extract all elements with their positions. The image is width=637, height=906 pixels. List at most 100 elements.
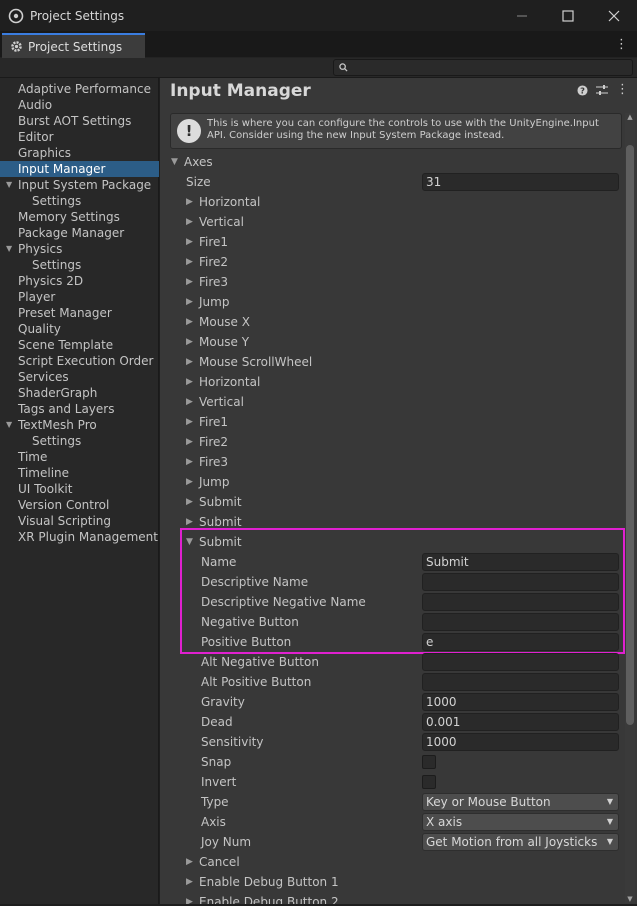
sidebar-item-memory-settings[interactable]: Memory Settings — [0, 209, 159, 225]
foldout-closed-icon[interactable]: ▶ — [186, 372, 193, 392]
axis-item-enable-debug-button-1[interactable]: ▶ Enable Debug Button 1 — [160, 872, 620, 892]
help-icon[interactable]: ? — [577, 85, 588, 96]
expand-arrow-icon[interactable]: ▼ — [6, 241, 12, 257]
size-field[interactable]: 31 — [422, 173, 619, 191]
axis-item-jump[interactable]: ▶ Jump — [160, 292, 620, 312]
foldout-closed-icon[interactable]: ▶ — [186, 892, 193, 904]
sidebar-item-settings[interactable]: Settings — [0, 433, 159, 449]
scroll-down-icon[interactable]: ▼ — [625, 895, 635, 903]
sidebar-item-burst-aot-settings[interactable]: Burst AOT Settings — [0, 113, 159, 129]
sidebar-item-textmesh-pro[interactable]: ▼ TextMesh Pro — [0, 417, 159, 433]
foldout-closed-icon[interactable]: ▶ — [186, 872, 193, 892]
axis-item-fire1[interactable]: ▶ Fire1 — [160, 412, 620, 432]
axis-item-cancel[interactable]: ▶ Cancel — [160, 852, 620, 872]
size-row[interactable]: Size 31 — [160, 172, 620, 192]
dead-field[interactable]: 0.001 — [422, 713, 619, 731]
sidebar-item-editor[interactable]: Editor — [0, 129, 159, 145]
foldout-closed-icon[interactable]: ▶ — [186, 512, 193, 532]
sidebar-item-settings[interactable]: Settings — [0, 257, 159, 273]
axis-item-fire3[interactable]: ▶ Fire3 — [160, 272, 620, 292]
sidebar-item-input-system-package[interactable]: ▼ Input System Package — [0, 177, 159, 193]
axis-item-fire2[interactable]: ▶ Fire2 — [160, 432, 620, 452]
context-menu-icon[interactable]: ⋮ — [616, 83, 629, 96]
more-options-icon[interactable]: ⋮ — [615, 38, 628, 51]
foldout-closed-icon[interactable]: ▶ — [186, 352, 193, 372]
sidebar-item-version-control[interactable]: Version Control — [0, 497, 159, 513]
search-input[interactable] — [333, 59, 633, 76]
sidebar-item-script-execution-order[interactable]: Script Execution Order — [0, 353, 159, 369]
sidebar-item-player[interactable]: Player — [0, 289, 159, 305]
close-button[interactable] — [591, 0, 637, 31]
sidebar-item-settings[interactable]: Settings — [0, 193, 159, 209]
axis-item-submit[interactable]: ▶ Submit — [160, 512, 620, 532]
alt-negative-button-field[interactable] — [422, 653, 619, 671]
axis-item-fire1[interactable]: ▶ Fire1 — [160, 232, 620, 252]
sidebar-item-quality[interactable]: Quality — [0, 321, 159, 337]
foldout-closed-icon[interactable]: ▶ — [186, 252, 193, 272]
sidebar-item-shadergraph[interactable]: ShaderGraph — [0, 385, 159, 401]
foldout-closed-icon[interactable]: ▶ — [186, 292, 193, 312]
vertical-scrollbar[interactable]: ▲ ▼ — [625, 113, 635, 903]
axis-item-vertical[interactable]: ▶ Vertical — [160, 212, 620, 232]
foldout-closed-icon[interactable]: ▶ — [186, 212, 193, 232]
sidebar-item-physics-2d[interactable]: Physics 2D — [0, 273, 159, 289]
expand-arrow-icon[interactable]: ▼ — [6, 417, 12, 433]
sidebar-item-scene-template[interactable]: Scene Template — [0, 337, 159, 353]
foldout-open-icon[interactable]: ▼ — [171, 152, 178, 172]
axis-item-submit[interactable]: ▶ Submit — [160, 492, 620, 512]
descriptive-name-field[interactable] — [422, 573, 619, 591]
sidebar-item-services[interactable]: Services — [0, 369, 159, 385]
sidebar-item-input-manager[interactable]: Input Manager — [0, 161, 159, 177]
gravity-field[interactable]: 1000 — [422, 693, 619, 711]
foldout-open-icon[interactable]: ▼ — [186, 532, 193, 552]
axis-item-fire2[interactable]: ▶ Fire2 — [160, 252, 620, 272]
axis-item-submit-expanded[interactable]: ▼ Submit — [160, 532, 620, 552]
scrollbar-thumb[interactable] — [626, 145, 634, 725]
axis-item-mouse-x[interactable]: ▶ Mouse X — [160, 312, 620, 332]
sidebar-item-timeline[interactable]: Timeline — [0, 465, 159, 481]
tab-project-settings[interactable]: Project Settings — [2, 33, 145, 58]
foldout-closed-icon[interactable]: ▶ — [186, 232, 193, 252]
foldout-closed-icon[interactable]: ▶ — [186, 432, 193, 452]
axis-item-jump[interactable]: ▶ Jump — [160, 472, 620, 492]
type-dropdown[interactable]: Key or Mouse Button ▼ — [422, 793, 619, 811]
joy-num-dropdown[interactable]: Get Motion from all Joysticks ▼ — [422, 833, 619, 851]
maximize-button[interactable] — [545, 0, 591, 31]
foldout-closed-icon[interactable]: ▶ — [186, 332, 193, 352]
axis-item-enable-debug-button-2[interactable]: ▶ Enable Debug Button 2 — [160, 892, 620, 904]
alt-positive-button-field[interactable] — [422, 673, 619, 691]
axis-item-fire3[interactable]: ▶ Fire3 — [160, 452, 620, 472]
axis-item-vertical[interactable]: ▶ Vertical — [160, 392, 620, 412]
snap-checkbox[interactable] — [422, 755, 436, 769]
sidebar-item-adaptive-performance[interactable]: Adaptive Performance — [0, 81, 159, 97]
foldout-closed-icon[interactable]: ▶ — [186, 472, 193, 492]
scroll-up-icon[interactable]: ▲ — [625, 113, 635, 121]
sidebar-item-audio[interactable]: Audio — [0, 97, 159, 113]
foldout-closed-icon[interactable]: ▶ — [186, 412, 193, 432]
sidebar-item-tags-and-layers[interactable]: Tags and Layers — [0, 401, 159, 417]
foldout-closed-icon[interactable]: ▶ — [186, 272, 193, 292]
invert-checkbox[interactable] — [422, 775, 436, 789]
axis-dropdown[interactable]: X axis ▼ — [422, 813, 619, 831]
preset-sliders-icon[interactable] — [596, 84, 608, 96]
foldout-closed-icon[interactable]: ▶ — [186, 852, 193, 872]
sidebar-item-xr-plugin-management[interactable]: XR Plugin Management — [0, 529, 159, 545]
foldout-closed-icon[interactable]: ▶ — [186, 192, 193, 212]
sidebar-item-ui-toolkit[interactable]: UI Toolkit — [0, 481, 159, 497]
axis-item-horizontal[interactable]: ▶ Horizontal — [160, 192, 620, 212]
axis-item-mouse-scrollwheel[interactable]: ▶ Mouse ScrollWheel — [160, 352, 620, 372]
negative-button-field[interactable] — [422, 613, 619, 631]
foldout-closed-icon[interactable]: ▶ — [186, 392, 193, 412]
sidebar-item-package-manager[interactable]: Package Manager — [0, 225, 159, 241]
positive-button-field[interactable]: e — [422, 633, 619, 651]
foldout-closed-icon[interactable]: ▶ — [186, 312, 193, 332]
foldout-closed-icon[interactable]: ▶ — [186, 452, 193, 472]
minimize-button[interactable] — [499, 0, 545, 31]
sidebar-item-time[interactable]: Time — [0, 449, 159, 465]
axes-foldout[interactable]: ▼ Axes — [160, 152, 620, 172]
sidebar-item-physics[interactable]: ▼ Physics — [0, 241, 159, 257]
sidebar-item-preset-manager[interactable]: Preset Manager — [0, 305, 159, 321]
sidebar-item-visual-scripting[interactable]: Visual Scripting — [0, 513, 159, 529]
sensitivity-field[interactable]: 1000 — [422, 733, 619, 751]
expand-arrow-icon[interactable]: ▼ — [6, 177, 12, 193]
